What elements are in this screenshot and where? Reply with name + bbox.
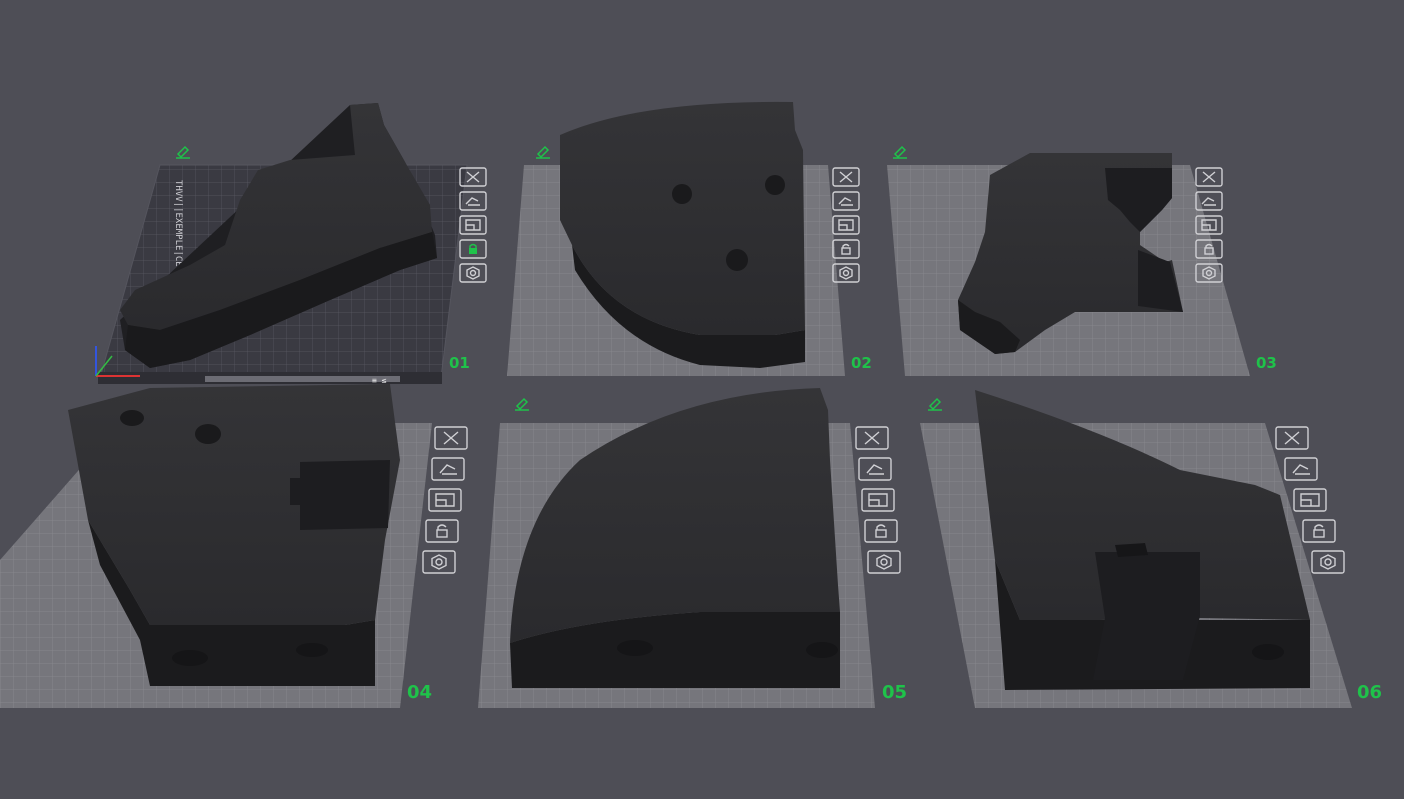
plate-label-03: 03: [1256, 354, 1277, 372]
mount-hole: [296, 643, 328, 657]
mount-hole: [765, 175, 785, 195]
mount-hole: [806, 642, 838, 658]
mount-hole: [726, 249, 748, 271]
build-plate-04[interactable]: 04: [0, 384, 432, 708]
lock-icon[interactable]: [864, 519, 898, 543]
orient-icon[interactable]: [1293, 488, 1327, 512]
settings-icon[interactable]: [422, 550, 456, 574]
plate-label-06: 06: [1357, 682, 1382, 703]
plate-05-toolbar: [855, 426, 901, 574]
arrange-icon[interactable]: [1284, 457, 1318, 481]
mount-hole: [120, 410, 144, 426]
orient-icon[interactable]: [459, 215, 487, 235]
orient-icon[interactable]: [832, 215, 860, 235]
plate-02-toolbar: [832, 167, 860, 283]
mount-hole: [172, 650, 208, 666]
close-icon[interactable]: [855, 426, 889, 450]
plate-bottom-text: ≡ ≤: [372, 376, 387, 385]
edit-icon[interactable]: [515, 397, 529, 411]
close-icon[interactable]: [434, 426, 468, 450]
settings-icon[interactable]: [459, 263, 487, 283]
mount-hole: [1252, 644, 1284, 660]
plate-label-02: 02: [851, 354, 872, 372]
lock-icon[interactable]: [1302, 519, 1336, 543]
edit-icon[interactable]: [893, 145, 907, 159]
lock-icon[interactable]: [425, 519, 459, 543]
edit-icon[interactable]: [176, 145, 190, 159]
edit-icon[interactable]: [536, 145, 550, 159]
lock-icon[interactable]: [459, 239, 487, 259]
scene-canvas[interactable]: ≡ ≤ THVV||EXEMPLE|CEEEEE 01 02 03 04 05 …: [0, 0, 1404, 799]
close-icon[interactable]: [832, 167, 860, 187]
arrange-icon[interactable]: [431, 457, 465, 481]
orient-icon[interactable]: [428, 488, 462, 512]
close-icon[interactable]: [1275, 426, 1309, 450]
plate-text-strip: [205, 376, 400, 382]
settings-icon[interactable]: [1311, 550, 1345, 574]
orient-icon[interactable]: [861, 488, 895, 512]
plate-label-01: 01: [449, 354, 470, 372]
build-plate-02[interactable]: 02: [507, 101, 872, 376]
build-plate-05[interactable]: 05: [478, 388, 907, 708]
build-plate-06[interactable]: 06: [920, 390, 1382, 708]
3d-viewport[interactable]: ≡ ≤ THVV||EXEMPLE|CEEEEE 01 02 03 04 05 …: [0, 0, 1404, 799]
build-plate-01[interactable]: ≡ ≤ THVV||EXEMPLE|CEEEEE 01: [95, 103, 470, 385]
edit-icon[interactable]: [928, 397, 942, 411]
arrange-icon[interactable]: [858, 457, 892, 481]
close-icon[interactable]: [1195, 167, 1223, 187]
mount-hole: [672, 184, 692, 204]
mount-hole: [617, 640, 653, 656]
arrange-icon[interactable]: [459, 191, 487, 211]
arrange-icon[interactable]: [832, 191, 860, 211]
settings-icon[interactable]: [867, 550, 901, 574]
lock-icon[interactable]: [832, 239, 860, 259]
mount-hole: [195, 424, 221, 444]
plate-label-05: 05: [882, 682, 907, 703]
plate-04-toolbar: [422, 426, 468, 574]
plate-label-04: 04: [407, 682, 432, 703]
